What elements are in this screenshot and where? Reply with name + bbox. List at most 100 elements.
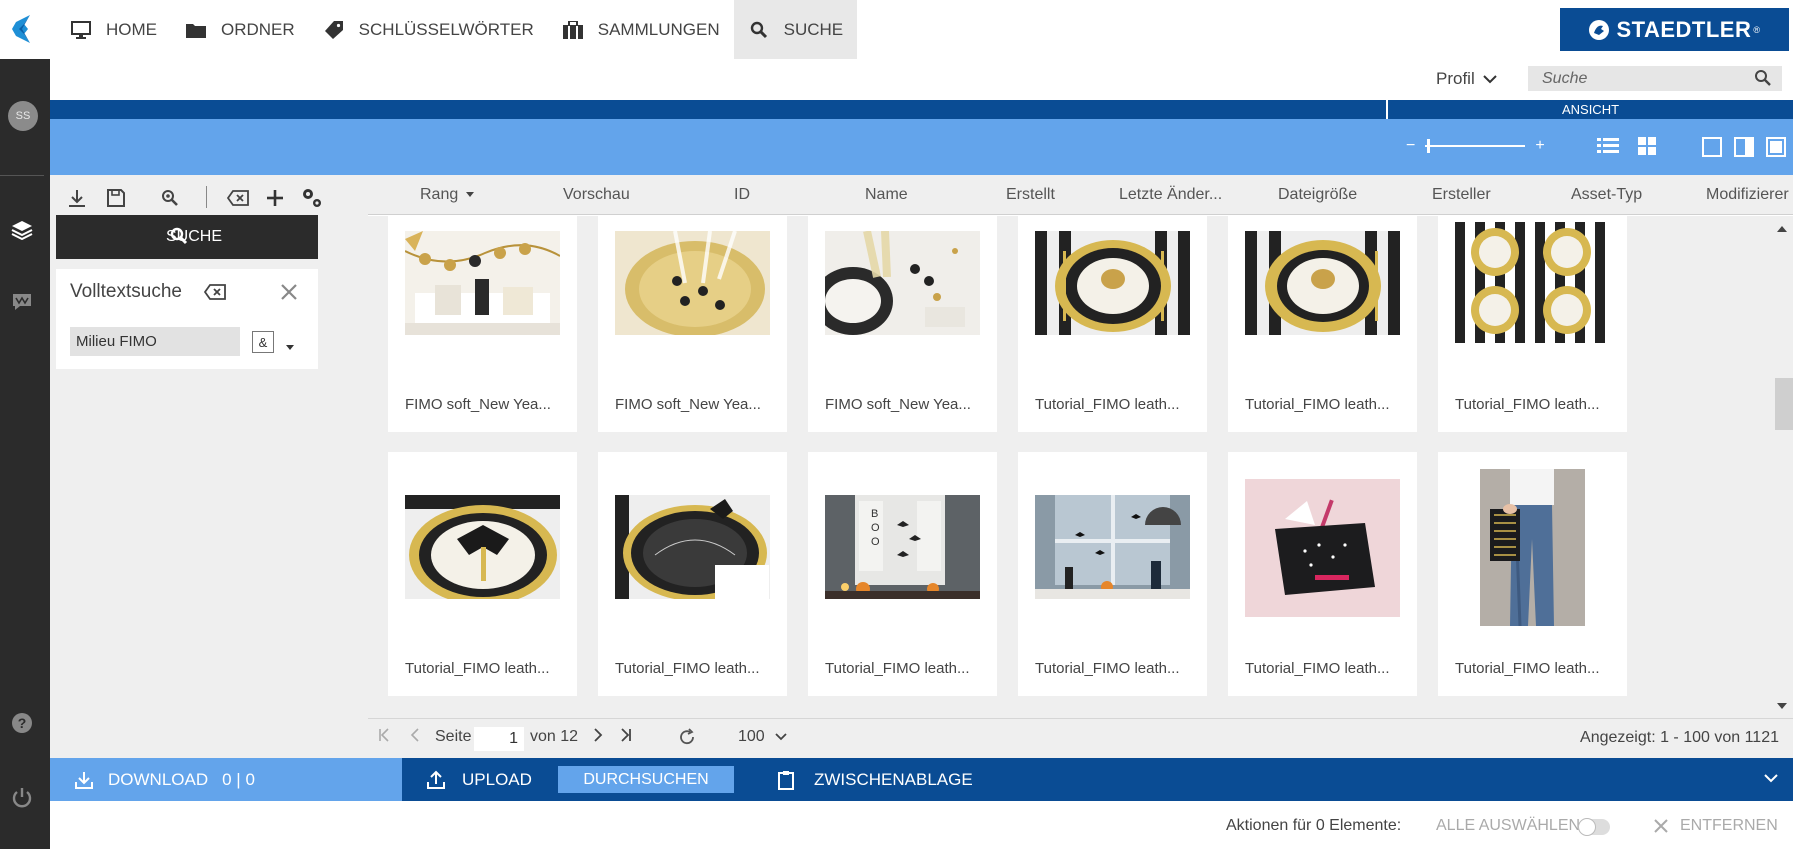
nav-home[interactable]: HOME [56, 0, 171, 59]
column-name[interactable]: Name [865, 186, 908, 204]
asset-thumbnail[interactable] [615, 495, 770, 599]
nav-folders[interactable]: ORDNER [171, 0, 309, 59]
column-id[interactable]: ID [734, 186, 750, 204]
refresh-icon[interactable] [678, 728, 696, 746]
asset-card[interactable]: BOO Tutorial_FIMO leath... [808, 452, 997, 696]
asset-thumbnail[interactable]: BOO [825, 495, 980, 599]
remove-button[interactable]: ENTFERNEN [1654, 817, 1778, 835]
asset-card[interactable]: Tutorial_FIMO leath... [1018, 452, 1207, 696]
scroll-thumb[interactable] [1775, 378, 1793, 430]
fulltext-input[interactable]: Milieu FIMO [70, 327, 240, 356]
asset-caption: Tutorial_FIMO leath... [825, 660, 970, 677]
scroll-down-icon[interactable] [1777, 703, 1787, 709]
column-modifizierer[interactable]: Modifizierer [1706, 186, 1789, 204]
search-icon[interactable] [1754, 69, 1772, 87]
asset-grid: FIMO soft_New Yea... FIMO soft_New Yea..… [368, 216, 1768, 718]
browse-button[interactable]: DURCHSUCHEN [558, 766, 734, 793]
zoom-handle[interactable] [1427, 139, 1431, 153]
fulltext-search-box: Volltextsuche Milieu FIMO & [56, 269, 318, 369]
asset-card[interactable]: FIMO soft_New Yea... [388, 216, 577, 432]
first-page-icon[interactable] [378, 728, 390, 742]
vertical-scrollbar[interactable] [1768, 216, 1793, 718]
asset-thumbnail[interactable] [1455, 222, 1610, 343]
settings-icon[interactable] [300, 186, 324, 210]
search-settings-icon[interactable] [158, 186, 182, 210]
save-icon[interactable] [104, 186, 128, 210]
view-header-bar: ANSICHT [50, 100, 1793, 119]
grid-view-icon[interactable] [1638, 137, 1658, 157]
asset-card[interactable]: Tutorial_FIMO leath... [1228, 452, 1417, 696]
profile-menu[interactable]: Profil [1436, 69, 1497, 89]
asset-thumbnail[interactable] [1245, 231, 1400, 335]
brand-logo[interactable]: STAEDTLER ® [1560, 8, 1789, 51]
next-page-icon[interactable] [593, 728, 603, 742]
detail-pane-icon[interactable] [1766, 137, 1786, 157]
column-ersteller[interactable]: Ersteller [1432, 186, 1491, 204]
upload-button[interactable]: UPLOAD [426, 758, 532, 801]
asset-thumbnail[interactable] [405, 495, 560, 599]
download-icon[interactable] [65, 186, 89, 210]
download-bar[interactable]: DOWNLOAD 0 | 0 [50, 758, 402, 801]
asset-card[interactable]: FIMO soft_New Yea... [808, 216, 997, 432]
asset-card[interactable]: Tutorial_FIMO leath... [1438, 216, 1627, 432]
feedback-icon[interactable] [9, 289, 35, 315]
column-rang[interactable]: Rang [420, 186, 475, 204]
zoom-in-button[interactable]: + [1535, 137, 1544, 155]
clear-field-icon[interactable] [204, 284, 226, 300]
asset-card[interactable]: Tutorial_FIMO leath... [388, 452, 577, 696]
asset-card[interactable]: Tutorial_FIMO leath... [1018, 216, 1207, 432]
column-rang-label: Rang [420, 186, 459, 203]
zoom-out-button[interactable]: − [1406, 137, 1415, 155]
operator-toggle[interactable]: & [252, 331, 274, 353]
nav-search[interactable]: SUCHE [733, 0, 858, 59]
asset-card[interactable]: Tutorial_FIMO leath... [1438, 452, 1627, 696]
select-all-label[interactable]: ALLE AUSWÄHLEN [1436, 817, 1580, 835]
app-logo-icon[interactable] [8, 12, 36, 46]
asset-thumbnail[interactable] [1035, 231, 1190, 335]
column-asset-typ[interactable]: Asset-Typ [1571, 186, 1642, 204]
asset-thumbnail[interactable] [825, 231, 980, 335]
nav-keywords[interactable]: SCHLÜSSELWÖRTER [309, 0, 548, 59]
operator-dropdown-icon[interactable] [286, 345, 294, 350]
layers-icon[interactable] [9, 217, 35, 243]
search-button[interactable]: SUCHE [56, 215, 318, 259]
prev-page-icon[interactable] [410, 728, 420, 742]
tag-icon [323, 19, 345, 41]
page-size-select[interactable]: 100 [738, 728, 787, 746]
single-pane-icon[interactable] [1702, 137, 1722, 157]
asset-thumbnail[interactable] [405, 231, 560, 335]
clear-icon[interactable] [226, 186, 250, 210]
asset-card[interactable]: FIMO soft_New Yea... [598, 216, 787, 432]
scroll-up-icon[interactable] [1777, 226, 1787, 232]
close-icon[interactable] [280, 283, 298, 301]
svg-text:B: B [871, 508, 878, 520]
asset-thumbnail[interactable] [1480, 469, 1585, 626]
zoom-slider[interactable]: − + [1406, 137, 1545, 155]
split-pane-icon[interactable] [1734, 137, 1754, 157]
avatar[interactable]: SS [8, 101, 38, 131]
last-page-icon[interactable] [620, 728, 632, 742]
help-icon[interactable]: ? [9, 710, 35, 736]
asset-thumbnail[interactable] [1035, 495, 1190, 599]
nav-search-label: SUCHE [783, 19, 844, 39]
zoom-track[interactable] [1425, 139, 1526, 153]
asset-card[interactable]: Tutorial_FIMO leath... [598, 452, 787, 696]
column-header: Rang Vorschau ID Name Erstellt Letzte Än… [368, 175, 1793, 215]
global-search-input[interactable]: Suche [1528, 66, 1782, 91]
chevron-down-icon[interactable] [1763, 772, 1779, 784]
clipboard-button[interactable]: ZWISCHENABLAGE [778, 758, 973, 801]
column-erstellt[interactable]: Erstellt [1006, 186, 1055, 204]
power-icon[interactable] [9, 785, 35, 811]
column-letzte-aenderung[interactable]: Letzte Änder... [1119, 186, 1222, 204]
ansicht-label: ANSICHT [1561, 102, 1620, 117]
page-number-input[interactable]: 1 [474, 727, 524, 751]
asset-thumbnail[interactable] [615, 231, 770, 335]
column-dateigroesse[interactable]: Dateigröße [1278, 186, 1357, 204]
list-view-icon[interactable] [1597, 137, 1619, 157]
select-all-toggle[interactable] [1578, 818, 1610, 836]
asset-card[interactable]: Tutorial_FIMO leath... [1228, 216, 1417, 432]
nav-collections[interactable]: SAMMLUNGEN [548, 0, 734, 59]
add-icon[interactable] [263, 186, 287, 210]
asset-thumbnail[interactable] [1245, 479, 1400, 617]
column-vorschau[interactable]: Vorschau [563, 186, 630, 204]
